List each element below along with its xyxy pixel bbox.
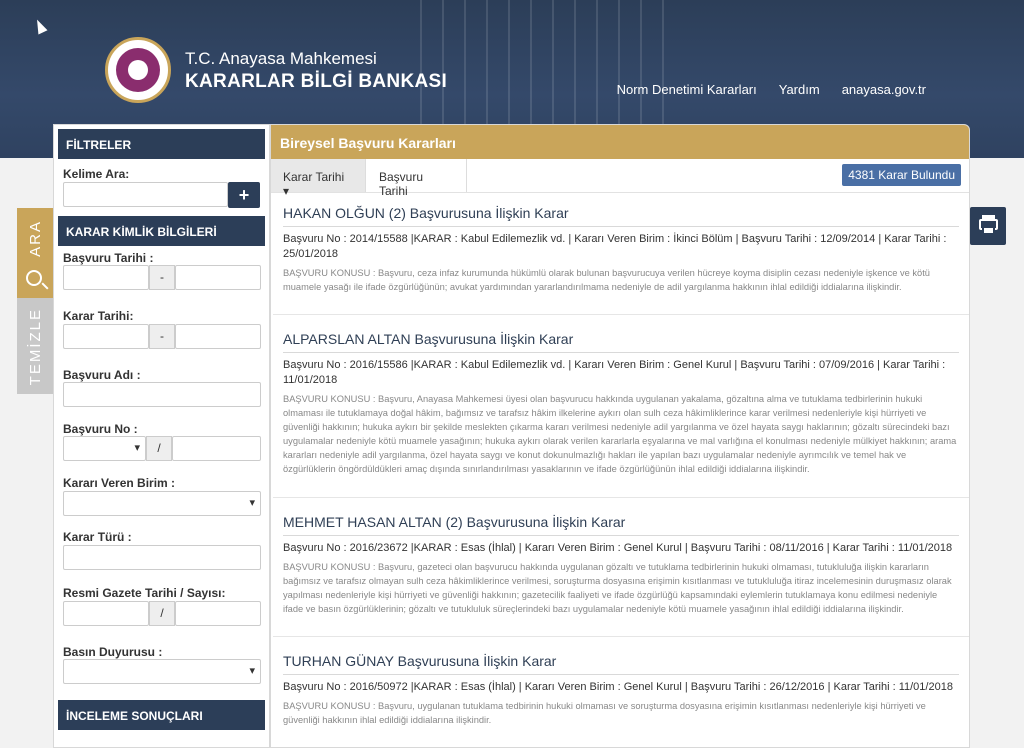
court-unit-label: Kararı Veren Birim : [63,476,176,490]
application-year-select[interactable] [63,436,146,461]
decision-type-input[interactable] [63,545,261,570]
sort-application-date[interactable]: Başvuru Tarihi [367,159,467,198]
result-item: HAKAN OLĞUN (2) Başvurusuna İlişkin Kara… [283,205,959,294]
search-icon [26,270,42,286]
printer-paper [982,226,995,235]
result-item: TURHAN GÜNAY Başvurusuna İlişkin Karar B… [283,653,959,727]
application-date-label: Başvuru Tarihi : [63,251,154,265]
chevron-down-icon: ▾ [283,184,290,198]
results-heading: Bireysel Başvuru Kararları [271,125,969,159]
result-divider [273,314,969,315]
court-logo[interactable] [105,37,171,103]
clear-tab-label: TEMİZLE [27,308,44,386]
nav-anayasa-gov[interactable]: anayasa.gov.tr [842,82,926,97]
gazette-label: Resmi Gazete Tarihi / Sayısı: [63,586,226,600]
site-title[interactable]: KARARLAR BİLGİ BANKASI [185,71,447,93]
press-select[interactable] [63,659,261,684]
results-filter-heading[interactable]: İNCELEME SONUÇLARI [58,700,265,730]
result-count-badge: 4381 Karar Bulundu [842,164,961,186]
sort-bar: Karar Tarihi ▾ Başvuru Tarihi 4381 Karar… [271,159,969,198]
nav-yardim[interactable]: Yardım [779,82,820,97]
sort-decision-date-label: Karar Tarihi [283,170,345,184]
decision-type-label: Karar Türü : [63,530,132,544]
gazette-slash: / [149,601,175,626]
result-title[interactable]: ALPARSLAN ALTAN Başvurusuna İlişkin Kara… [283,331,959,353]
result-title[interactable]: TURHAN GÜNAY Başvurusuna İlişkin Karar [283,653,959,675]
date-range-dash: - [149,265,175,290]
filters-heading: FİLTRELER [58,129,265,159]
filter-panel: FİLTRELER Kelime Ara: + KARAR KİMLİK BİL… [53,124,270,748]
result-divider [273,636,969,637]
search-tab[interactable]: ARA [17,208,53,264]
result-title[interactable]: HAKAN OLĞUN (2) Başvurusuna İlişkin Kara… [283,205,959,227]
application-name-label: Başvuru Adı : [63,368,141,382]
result-meta: Başvuru No : 2016/50972 |KARAR : Esas (İ… [283,681,953,693]
print-button[interactable] [970,207,1006,245]
application-date-from[interactable] [63,265,149,290]
result-divider [273,497,969,498]
application-date-to[interactable] [175,265,261,290]
result-item: ALPARSLAN ALTAN Başvurusuna İlişkin Kara… [283,331,959,476]
keyword-label: Kelime Ara: [63,167,130,181]
result-item: MEHMET HASAN ALTAN (2) Başvurusuna İlişk… [283,514,959,616]
top-nav: Norm Denetimi Kararları Yardım anayasa.g… [617,82,926,97]
clear-tab[interactable]: TEMİZLE [17,298,53,394]
application-no-label: Başvuru No : [63,422,138,436]
result-title[interactable]: MEHMET HASAN ALTAN (2) Başvurusuna İlişk… [283,514,959,536]
nav-norm-denetimi[interactable]: Norm Denetimi Kararları [617,82,757,97]
result-meta: Başvuru No : 2014/15588 |KARAR : Kabul E… [283,233,947,260]
add-keyword-button[interactable]: + [228,182,260,208]
keyword-input[interactable] [63,182,228,207]
search-tab-label: ARA [27,220,44,257]
result-meta: Başvuru No : 2016/23672 |KARAR : Esas (İ… [283,542,953,554]
decision-date-label: Karar Tarihi: [63,309,134,323]
result-summary: BAŞVURU KONUSU : Başvuru, ceza infaz kur… [283,268,930,292]
result-summary: BAŞVURU KONUSU : Başvuru, uygulanan tutu… [283,701,926,725]
result-meta: Başvuru No : 2016/15586 |KARAR : Kabul E… [283,359,946,386]
application-name-input[interactable] [63,382,261,407]
court-unit-select[interactable] [63,491,261,516]
results-panel: Bireysel Başvuru Kararları Karar Tarihi … [270,124,970,748]
decision-date-from[interactable] [63,324,149,349]
identity-heading: KARAR KİMLİK BİLGİLERİ [58,216,265,246]
gazette-date-input[interactable] [63,601,149,626]
press-label: Basın Duyurusu : [63,645,163,659]
result-summary: BAŞVURU KONUSU : Başvuru, gazeteci olan … [283,562,952,614]
org-name: T.C. Anayasa Mahkemesi [185,49,377,68]
date-range-dash: - [149,324,175,349]
logo-emblem-icon [116,48,160,92]
application-no-input[interactable] [172,436,261,461]
result-summary: BAŞVURU KONUSU : Başvuru, Anayasa Mahkem… [283,394,957,474]
sort-decision-date[interactable]: Karar Tarihi ▾ [271,159,366,198]
decision-date-to[interactable] [175,324,261,349]
search-tab-button[interactable] [17,264,53,298]
gazette-number-input[interactable] [175,601,261,626]
application-no-slash: / [146,436,172,461]
